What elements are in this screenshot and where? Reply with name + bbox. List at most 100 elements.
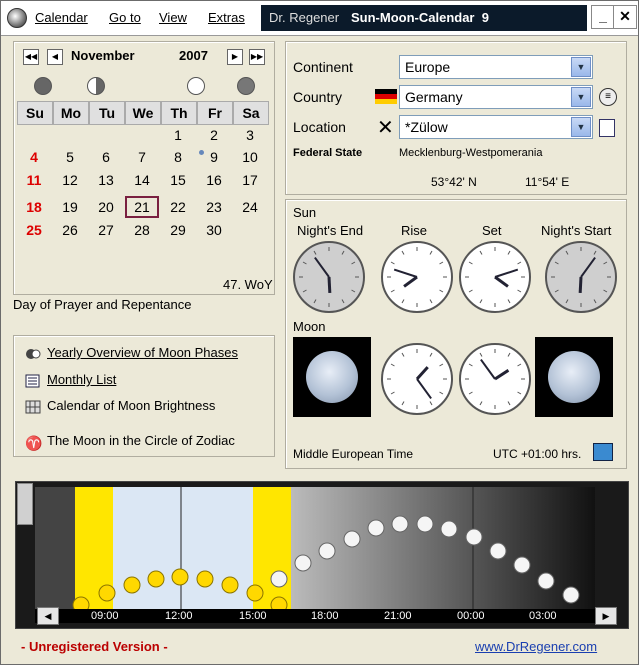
link-monthly-list[interactable]: Monthly List <box>25 372 116 388</box>
calendar-day[interactable]: 14 <box>125 169 159 191</box>
holiday-label: Day of Prayer and Repentance <box>13 297 192 312</box>
app-version: 9 <box>481 10 489 25</box>
calendar-year: 2007 <box>179 48 208 63</box>
sun-position-marker <box>196 570 214 588</box>
close-button[interactable]: ✕ <box>613 5 637 29</box>
calendar-day[interactable]: 18 <box>17 196 51 218</box>
full-moon-icon <box>187 77 205 95</box>
calendar-day[interactable]: 1 <box>161 124 195 146</box>
country-label: Country <box>293 89 343 105</box>
moon-phases-icon <box>25 347 41 361</box>
calendar-day[interactable]: 25 <box>17 219 51 241</box>
calendar-day[interactable]: 15 <box>161 169 195 191</box>
link-zodiac[interactable]: ♈ The Moon in the Circle of Zodiac <box>25 433 235 451</box>
minute-hand <box>580 256 596 278</box>
website-link[interactable]: www.DrRegener.com <box>475 639 597 654</box>
calendar-day[interactable]: 28 <box>125 219 159 241</box>
weekday-header: Su <box>17 101 53 125</box>
list-options-icon[interactable]: ≡ <box>599 88 617 106</box>
sun-position-marker <box>270 596 288 609</box>
sun-position-marker <box>171 568 189 586</box>
calendar-day[interactable]: 4 <box>17 146 51 168</box>
moon-position-marker <box>562 586 580 604</box>
timezone-offset: UTC +01:00 hrs. <box>493 447 582 461</box>
world-map-icon[interactable] <box>593 443 613 461</box>
app-icon[interactable] <box>7 8 27 28</box>
link-yearly-overview[interactable]: Yearly Overview of Moon Phases <box>25 345 238 361</box>
calendar-day[interactable]: 13 <box>89 169 123 191</box>
sunrise-label: Rise <box>401 223 428 238</box>
weekday-header: Fr <box>197 101 233 125</box>
minimize-button[interactable]: _ <box>591 5 615 29</box>
calendar-day[interactable]: 6 <box>89 146 123 168</box>
moon-position-marker <box>270 570 288 588</box>
calendar-day[interactable]: 30 <box>197 219 231 241</box>
calendar-day[interactable]: 16 <box>197 169 231 191</box>
menu-extras[interactable]: Extras <box>208 10 245 25</box>
calendar-day[interactable]: 26 <box>53 219 87 241</box>
next-year-button[interactable]: ▶▶ <box>249 49 265 65</box>
minute-hand <box>393 268 418 278</box>
scroll-right-button[interactable]: ▶ <box>595 607 617 625</box>
moon-position-marker <box>513 556 531 574</box>
clock-nights-start <box>545 241 617 313</box>
menu-goto[interactable]: Go to <box>109 10 141 25</box>
clock-sunrise <box>381 241 453 313</box>
clock-sunset <box>459 241 531 313</box>
prev-month-button[interactable]: ◀ <box>47 49 63 65</box>
minute-hand <box>314 256 330 278</box>
document-icon[interactable] <box>599 119 615 137</box>
prev-year-button[interactable]: ◀◀ <box>23 49 39 65</box>
next-month-button[interactable]: ▶ <box>227 49 243 65</box>
calendar-day[interactable]: 10 <box>233 146 267 168</box>
calendar-day[interactable]: 21 <box>125 196 159 218</box>
calendar-day[interactable]: 12 <box>53 169 87 191</box>
vertical-scroll-thumb[interactable] <box>17 483 33 525</box>
chevron-down-icon[interactable]: ▼ <box>571 87 591 107</box>
minute-hand <box>480 358 496 380</box>
chevron-down-icon[interactable]: ▼ <box>571 57 591 77</box>
menu-calendar[interactable]: Calendar <box>35 10 88 25</box>
list-icon <box>25 374 41 388</box>
sun-position-marker <box>123 576 141 594</box>
unregistered-label: - Unregistered Version - <box>21 639 168 654</box>
calendar-month: November <box>71 48 135 63</box>
calendar-day[interactable]: 7 <box>125 146 159 168</box>
hour-hand <box>494 275 509 288</box>
calendar-day[interactable]: 8 <box>161 146 195 168</box>
moon-position-marker <box>343 530 361 548</box>
aries-icon: ♈ <box>25 434 43 451</box>
moon-position-marker <box>318 542 336 560</box>
calendar-day[interactable]: 29 <box>161 219 195 241</box>
weekday-header: We <box>125 101 161 125</box>
calendar-day[interactable]: 24 <box>233 196 267 218</box>
location-select[interactable]: *Zülow ▼ <box>399 115 593 139</box>
moon-position-marker <box>440 520 458 538</box>
calendar-day[interactable]: 23 <box>197 196 231 218</box>
link-moon-brightness[interactable]: Calendar of Moon Brightness <box>25 398 215 414</box>
calendar-day[interactable]: 11 <box>17 169 51 191</box>
weekday-header: Th <box>161 101 197 125</box>
time-axis: 09:00 12:00 15:00 18:00 21:00 00:00 03:00 <box>35 609 595 623</box>
calendar-day[interactable]: 2 <box>197 124 231 146</box>
moon-position-marker <box>416 515 434 533</box>
registered-name: Dr. Regener <box>269 10 340 25</box>
time-tick-label: 18:00 <box>311 610 339 622</box>
calendar-day[interactable]: 27 <box>89 219 123 241</box>
calendar-day[interactable]: 19 <box>53 196 87 218</box>
moon-phase-dot <box>199 150 204 155</box>
hour-hand <box>415 366 429 381</box>
continent-select[interactable]: Europe ▼ <box>399 55 593 79</box>
delete-location-icon[interactable]: ✕ <box>377 115 394 140</box>
chevron-down-icon[interactable]: ▼ <box>571 117 591 137</box>
calendar-day[interactable]: 3 <box>233 124 267 146</box>
calendar-day[interactable]: 17 <box>233 169 267 191</box>
scroll-left-button[interactable]: ◀ <box>37 607 59 625</box>
calendar-day[interactable]: 22 <box>161 196 195 218</box>
calendar-day[interactable]: 5 <box>53 146 87 168</box>
weekday-header: Sa <box>233 101 269 125</box>
calendar-day[interactable]: 20 <box>89 196 123 218</box>
sun-position-marker <box>147 570 165 588</box>
country-select[interactable]: Germany ▼ <box>399 85 593 109</box>
menu-view[interactable]: View <box>159 10 187 25</box>
